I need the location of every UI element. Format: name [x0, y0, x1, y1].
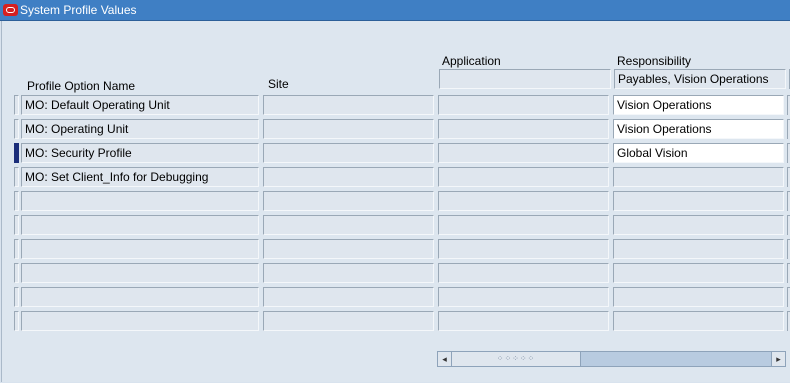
responsibility-value-field[interactable]	[613, 215, 784, 235]
column-header-site: Site	[268, 77, 289, 91]
site-value-field[interactable]	[263, 215, 434, 235]
profile-option-name-field[interactable]: MO: Set Client_Info for Debugging	[21, 167, 259, 187]
column-header-profile-option-name: Profile Option Name	[27, 79, 136, 93]
responsibility-value-field[interactable]: Global Vision	[613, 143, 784, 163]
record-indicator[interactable]	[14, 215, 19, 235]
application-value-field[interactable]	[438, 215, 609, 235]
window-title: System Profile Values	[20, 3, 137, 17]
site-value-field[interactable]	[263, 263, 434, 283]
profile-option-name-field[interactable]	[21, 287, 259, 307]
site-value-field[interactable]	[263, 191, 434, 211]
profile-option-name-field[interactable]: MO: Default Operating Unit	[21, 95, 259, 115]
application-value-field[interactable]	[438, 239, 609, 259]
application-context-field[interactable]	[439, 69, 611, 89]
application-value-field[interactable]	[438, 119, 609, 139]
profile-option-name-field[interactable]	[21, 311, 259, 331]
responsibility-value-field[interactable]: Vision Operations	[613, 119, 784, 139]
oracle-logo-icon	[3, 4, 18, 16]
profile-option-name-field[interactable]: MO: Operating Unit	[21, 119, 259, 139]
record-indicator[interactable]	[14, 263, 19, 283]
site-value-field[interactable]	[263, 143, 434, 163]
scroll-right-arrow-icon[interactable]: ▸	[771, 352, 785, 366]
application-value-field[interactable]	[438, 191, 609, 211]
responsibility-value-field[interactable]	[613, 287, 784, 307]
record-indicator[interactable]	[14, 95, 19, 115]
site-value-field[interactable]	[263, 239, 434, 259]
profile-option-name-field[interactable]	[21, 263, 259, 283]
responsibility-value-field[interactable]	[613, 191, 784, 211]
profile-option-name-field[interactable]	[21, 191, 259, 211]
application-value-field[interactable]	[438, 167, 609, 187]
site-value-field[interactable]	[263, 167, 434, 187]
responsibility-value-field[interactable]: Vision Operations	[613, 95, 784, 115]
profile-option-name-field[interactable]	[21, 215, 259, 235]
responsibility-value-field[interactable]	[613, 311, 784, 331]
site-value-field[interactable]	[263, 95, 434, 115]
record-indicator[interactable]	[14, 287, 19, 307]
site-value-field[interactable]	[263, 311, 434, 331]
application-value-field[interactable]	[438, 311, 609, 331]
record-indicator[interactable]	[14, 311, 19, 331]
scroll-left-arrow-icon[interactable]: ◂	[438, 352, 452, 366]
application-value-field[interactable]	[438, 95, 609, 115]
column-header-application: Application	[442, 54, 501, 68]
record-indicator[interactable]	[14, 119, 19, 139]
responsibility-value-field[interactable]	[613, 167, 784, 187]
record-indicator[interactable]	[14, 143, 19, 163]
record-indicator[interactable]	[14, 167, 19, 187]
responsibility-value-field[interactable]	[613, 239, 784, 259]
application-value-field[interactable]	[438, 263, 609, 283]
site-value-field[interactable]	[263, 119, 434, 139]
application-value-field[interactable]	[438, 287, 609, 307]
record-indicator[interactable]	[14, 239, 19, 259]
profile-option-name-field[interactable]	[21, 239, 259, 259]
responsibility-context-field[interactable]: Payables, Vision Operations	[614, 69, 786, 89]
title-bar: System Profile Values	[0, 0, 790, 21]
profile-option-name-field[interactable]: MO: Security Profile	[21, 143, 259, 163]
application-value-field[interactable]	[438, 143, 609, 163]
scrollbar-thumb[interactable]: ⁘⁘⁘⁘⁘	[452, 352, 581, 366]
column-header-responsibility: Responsibility	[617, 54, 692, 68]
responsibility-value-field[interactable]	[613, 263, 784, 283]
record-indicator[interactable]	[14, 191, 19, 211]
horizontal-scrollbar[interactable]: ◂ ⁘⁘⁘⁘⁘ ▸	[437, 351, 786, 367]
site-value-field[interactable]	[263, 287, 434, 307]
